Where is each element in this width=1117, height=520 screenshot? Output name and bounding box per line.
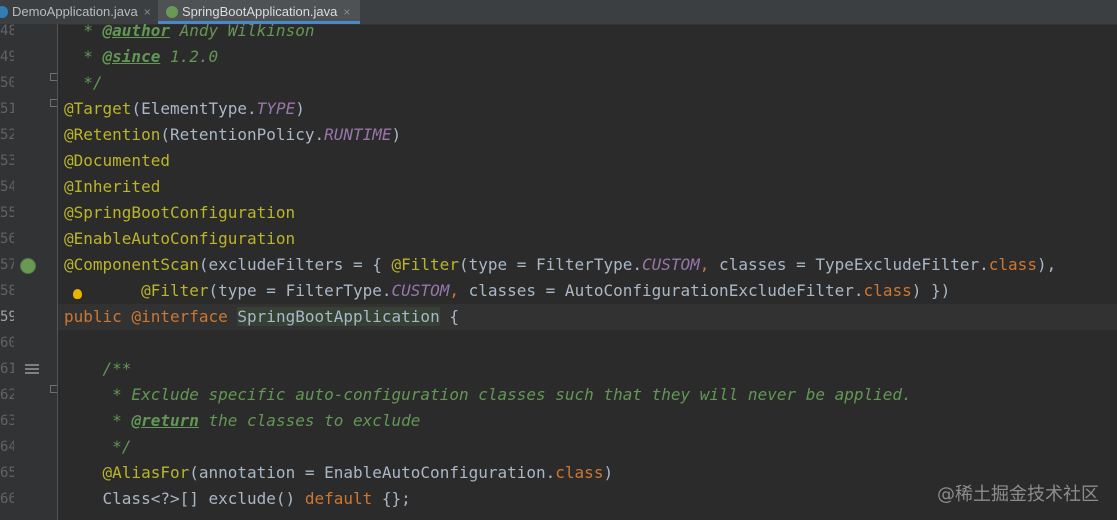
watermark: @稀土掘金技术社区 (937, 484, 1099, 505)
code-line-62: * Exclude specific auto-configuration cl… (64, 385, 912, 404)
annotation: @ComponentScan (64, 255, 199, 274)
interface-name[interactable]: SpringBootApplication (237, 307, 440, 326)
keyword: default (304, 489, 373, 508)
code-text: (type = FilterType. (458, 255, 642, 274)
code-line-53: @Documented (64, 151, 170, 170)
line-number: 55 (0, 205, 14, 221)
code-text: (RetentionPolicy. (160, 125, 325, 144)
line-number: 61 (0, 361, 14, 377)
keyword: , (699, 255, 710, 274)
code-line-63: * @return the classes to exclude (64, 408, 420, 434)
code-line-48: * @author Andy Wilkinson (64, 18, 314, 44)
tab-label: SpringBootApplication.java (182, 4, 338, 19)
code-line-65: @AliasFor(annotation = EnableAutoConfigu… (64, 460, 614, 486)
line-number: 52 (0, 127, 14, 143)
annotation: @Retention (64, 125, 161, 144)
doc-tag: @return (131, 411, 199, 430)
doc-tag: @since (102, 47, 161, 66)
line-number: 49 (0, 49, 14, 65)
code-text: Class<?>[] exclude() (102, 489, 305, 508)
code-text: classes = AutoConfigurationExcludeFilter… (458, 281, 864, 300)
doc-text: the classes to exclude (198, 411, 421, 430)
line-number: 65 (0, 465, 14, 481)
line-number: 66 (0, 491, 14, 507)
code-line-61: /** (64, 359, 132, 378)
code-text: (excludeFilters = { (198, 255, 392, 274)
keyword: , (449, 281, 459, 300)
code-text: ) (603, 463, 614, 482)
gutter-separator (57, 24, 58, 520)
code-text: (type = FilterType. (208, 281, 392, 300)
code-text: ), (1036, 255, 1057, 274)
code-text: (annotation = EnableAutoConfiguration. (189, 463, 556, 482)
code-line-51: @Target(ElementType.TYPE) (64, 96, 305, 122)
line-number: 56 (0, 231, 14, 247)
line-number: 51 (0, 101, 14, 117)
code-line-64: */ (64, 437, 132, 456)
keyword: class (988, 255, 1037, 274)
spring-boot-class-icon (166, 5, 178, 18)
line-number: 64 (0, 439, 14, 455)
line-number: 53 (0, 153, 14, 169)
doc-text: 1.2.0 (160, 47, 219, 66)
code-line-54: @Inherited (64, 177, 161, 196)
constant: CUSTOM (391, 281, 450, 300)
code-line-50: */ (64, 73, 103, 92)
code-text: ) (391, 125, 402, 144)
line-number: 50 (0, 75, 14, 91)
code-line-58: @Filter(type = FilterType.CUSTOM, classe… (64, 278, 950, 304)
code-text: { (439, 307, 459, 326)
code-line-49: * @since 1.2.0 (64, 44, 218, 70)
doc-text: * (64, 411, 132, 430)
doc-text: * (64, 21, 103, 40)
line-number-current: 59 (0, 309, 14, 325)
code-text: ) (295, 99, 305, 118)
doc-text: Andy Wilkinson (169, 21, 315, 40)
close-icon[interactable]: × (343, 5, 350, 19)
constant: TYPE (256, 99, 296, 118)
code-editor[interactable]: 48 49 50 51 52 53 54 55 56 57 58 59 60 6… (0, 21, 1117, 520)
doc-tag: @author (102, 21, 170, 40)
doc-text: * (64, 47, 103, 66)
keyword: class (863, 281, 912, 300)
keyword: public (64, 307, 122, 326)
java-class-icon (0, 5, 8, 18)
keyword: @interface (131, 307, 228, 326)
code-line-55: @SpringBootConfiguration (64, 203, 296, 222)
code-text: {}; (372, 489, 411, 508)
line-number: 60 (0, 335, 14, 351)
tab-label: DemoApplication.java (12, 4, 138, 19)
line-number: 57 (0, 257, 14, 273)
code-text: ) }) (911, 281, 951, 300)
annotation: @AliasFor (102, 463, 190, 482)
line-number: 48 (0, 23, 14, 39)
code-line-66: Class<?>[] exclude() default {}; (64, 486, 411, 512)
code-line-57: @ComponentScan(excludeFilters = { @Filte… (64, 252, 1056, 278)
annotation: @Target (64, 99, 132, 118)
annotation: @Filter (141, 281, 209, 300)
line-number: 63 (0, 413, 14, 429)
code-text: (ElementType. (131, 99, 257, 118)
annotation: @Filter (391, 255, 459, 274)
code-line-56: @EnableAutoConfiguration (64, 229, 296, 248)
constant: CUSTOM (641, 255, 700, 274)
keyword: class (555, 463, 604, 482)
code-line-52: @Retention(RetentionPolicy.RUNTIME) (64, 122, 401, 148)
line-number: 58 (0, 283, 14, 299)
code-line-59: public @interface SpringBootApplication … (64, 304, 459, 330)
close-icon[interactable]: × (144, 5, 151, 19)
spring-bean-icon[interactable] (20, 258, 36, 274)
javadoc-icon[interactable] (25, 364, 39, 376)
line-number: 54 (0, 179, 14, 195)
code-text: classes = TypeExcludeFilter. (709, 255, 989, 274)
constant: RUNTIME (324, 125, 392, 144)
line-number: 62 (0, 387, 14, 403)
